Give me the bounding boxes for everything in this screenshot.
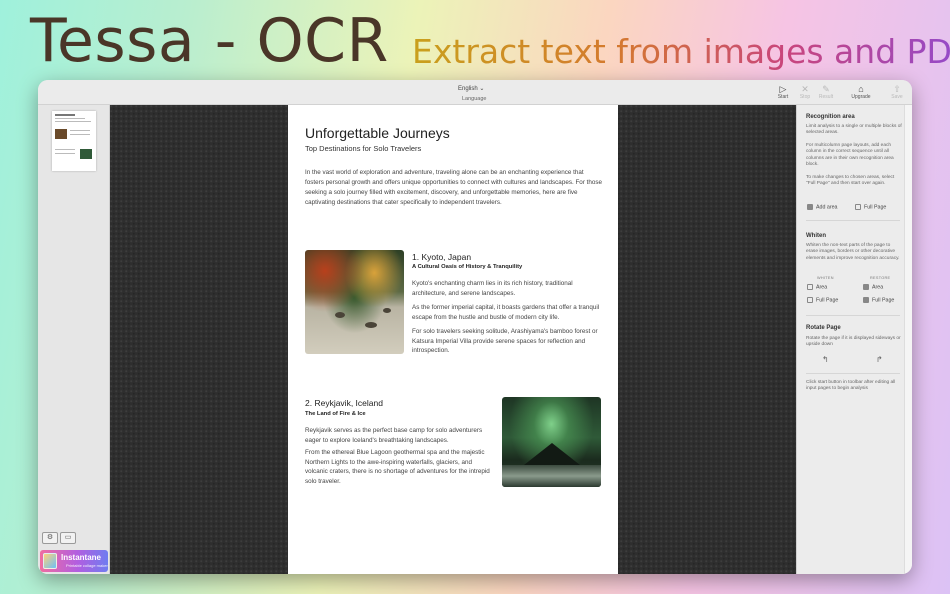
inspector-scrollbar[interactable] (904, 105, 912, 574)
app-window: English ⌄ Language ▷ Start ✕ Stop ✎ Resu… (38, 80, 912, 574)
edit-icon: ✎ (822, 84, 830, 94)
whiten-column-label: WHITEN (817, 276, 834, 280)
area-icon (863, 284, 869, 290)
add-area-button[interactable]: Add area (807, 204, 838, 210)
footer-note: Click start button in toolbar after edit… (806, 380, 896, 392)
thumb-line (70, 130, 90, 131)
thumb-line (55, 121, 91, 122)
stop-label: Stop (799, 94, 811, 100)
rotate-heading: Rotate Page (806, 325, 841, 331)
restore-area-label: Area (872, 284, 884, 291)
restore-column-label: RESTORE (870, 276, 891, 280)
result-label: Result (818, 94, 834, 100)
whiten-text: Whiten the non-text parts of the page to… (806, 243, 900, 261)
rotate-left-icon[interactable]: ↰ (822, 355, 829, 364)
instantane-app-icon (43, 553, 57, 569)
doc-subtitle: Top Destinations for Solo Travelers (305, 144, 422, 153)
section1-paragraph: As the former imperial capital, it boast… (412, 304, 600, 321)
section1-tag: A Cultural Oasis of History & Tranquilit… (412, 264, 523, 270)
hero-title: Tessa - OCR (30, 6, 389, 76)
recognition-text: Limit analysis to a single or multiple b… (806, 124, 902, 136)
thumb-image (80, 149, 92, 159)
full-page-icon (855, 204, 861, 210)
full-page-label: Full Page (864, 204, 887, 211)
play-icon: ▷ (779, 84, 787, 94)
thumb-image (55, 129, 67, 139)
thumb-line (55, 149, 75, 150)
promo-banner[interactable]: Instantane Printable collage maker (40, 550, 108, 572)
thumb-line (70, 134, 90, 135)
section1-title: 1. Kyoto, Japan (412, 252, 472, 262)
document-canvas[interactable]: Unforgettable Journeys Top Destinations … (110, 105, 796, 574)
add-area-icon (807, 204, 813, 210)
rock (383, 308, 391, 313)
divider (806, 220, 900, 221)
thumb-line (55, 153, 75, 154)
mountain-shape (524, 443, 580, 465)
rotate-right-icon[interactable]: ↱ (876, 355, 883, 364)
whiten-area-button[interactable]: Area (807, 284, 827, 290)
promo-subtitle: Printable collage maker (66, 563, 108, 568)
document-page[interactable]: Unforgettable Journeys Top Destinations … (288, 105, 618, 574)
whiten-heading: Whiten (806, 233, 826, 239)
language-value: English (458, 86, 478, 92)
chevron-down-icon: ⌄ (479, 86, 485, 92)
divider (806, 373, 900, 374)
promo-title: Instantane (61, 553, 102, 562)
upgrade-label: Upgrade (851, 94, 871, 100)
inspector-panel: Recognition area Limit analysis to a sin… (796, 105, 904, 574)
iceland-aurora-image (502, 397, 601, 487)
page-layout-button[interactable]: ▭ (60, 532, 76, 544)
section1-paragraph: Kyoto's enchanting charm lies in its ric… (412, 280, 573, 297)
result-button[interactable]: ✎ Result (814, 84, 838, 100)
page-thumbnail[interactable] (52, 111, 96, 171)
full-page-icon (807, 297, 813, 303)
save-label: Save (891, 94, 903, 100)
toolbar: English ⌄ Language ▷ Start ✕ Stop ✎ Resu… (38, 80, 912, 105)
section2-paragraph: From the ethereal Blue Lagoon geothermal… (305, 449, 490, 485)
full-page-button[interactable]: Full Page (855, 204, 886, 210)
rock (365, 322, 377, 328)
language-select[interactable]: English ⌄ (458, 85, 484, 92)
section2-title: 2. Reykjavik, Iceland (305, 398, 383, 408)
area-icon (807, 284, 813, 290)
start-label: Start (777, 94, 789, 100)
full-page-icon (863, 297, 869, 303)
restore-full-page-label: Full Page (872, 297, 895, 304)
hero-subtitle: Extract text from images and PDFs (412, 32, 950, 71)
restore-full-page-button[interactable]: Full Page (863, 297, 894, 303)
doc-title: Unforgettable Journeys (305, 125, 450, 141)
upgrade-button[interactable]: ⌂ Upgrade (849, 84, 873, 100)
recognition-text: For multicolumn page layouts, add each c… (806, 143, 894, 168)
page-sidebar: ⚙ ▭ Instantane Printable collage maker (38, 105, 110, 574)
restore-area-button[interactable]: Area (863, 284, 883, 290)
recognition-text: To make changes to chosen areas, select … (806, 175, 895, 187)
section2-paragraph: Reykjavik serves as the perfect base cam… (305, 427, 483, 444)
language-label: Language (462, 96, 487, 102)
section1-paragraph: For solo travelers seeking solitude, Ara… (412, 328, 598, 354)
rock (335, 312, 345, 318)
share-icon: ⇧ (893, 84, 901, 94)
recognition-heading: Recognition area (806, 114, 855, 120)
add-area-label: Add area (816, 204, 838, 211)
water-shape (502, 465, 601, 487)
divider (806, 315, 900, 316)
doc-intro: In the vast world of exploration and adv… (305, 169, 603, 206)
thumb-line (55, 114, 75, 116)
rotate-text: Rotate the page if it is displayed sidew… (806, 336, 901, 348)
gear-icon: ⚙ (46, 534, 54, 541)
page-settings-button[interactable]: ⚙ (42, 532, 58, 544)
graduation-cap-icon: ⌂ (858, 84, 864, 94)
section2-tag: The Land of Fire & Ice (305, 411, 366, 417)
layout-icon: ▭ (64, 534, 72, 541)
save-button[interactable]: ⇧ Save (885, 84, 909, 100)
kyoto-garden-image (305, 250, 404, 354)
whiten-full-page-button[interactable]: Full Page (807, 297, 838, 303)
start-button[interactable]: ▷ Start (771, 84, 795, 100)
whiten-area-label: Area (816, 284, 828, 291)
whiten-full-page-label: Full Page (816, 297, 839, 304)
thumb-line (55, 118, 85, 119)
